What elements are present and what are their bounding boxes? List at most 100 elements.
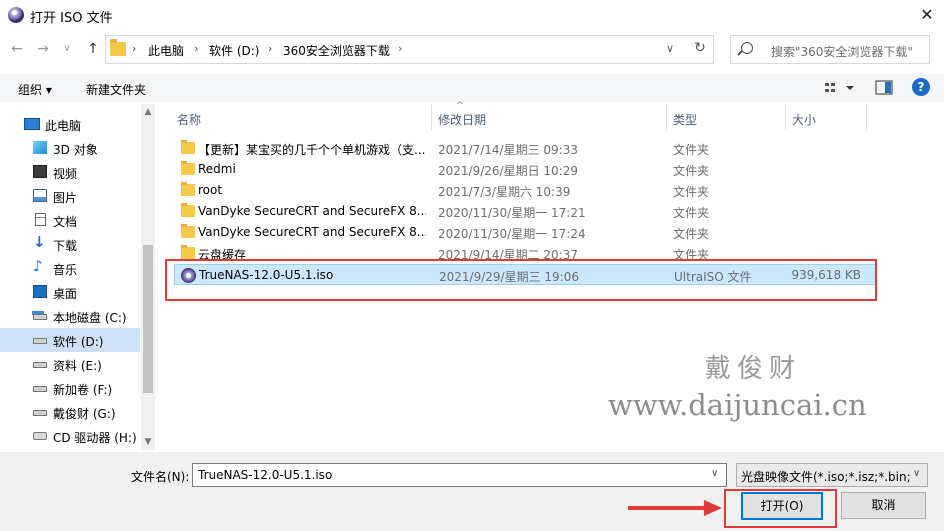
file-row[interactable]: Redmi 2021/9/26/星期日 10:29 文件夹 bbox=[174, 159, 876, 180]
breadcrumb-separator[interactable]: › bbox=[268, 42, 272, 55]
desktop-icon bbox=[33, 285, 47, 298]
up-button[interactable]: ↑ bbox=[84, 40, 102, 58]
drive-icon bbox=[33, 386, 47, 392]
sidebar-item-drive-d[interactable]: 软件 (D:) bbox=[0, 328, 140, 352]
breadcrumb-separator[interactable]: › bbox=[398, 42, 402, 55]
file-name: VanDyke SecureCRT and SecureFX 8.... bbox=[198, 204, 426, 218]
breadcrumb-current-folder[interactable]: 360安全浏览器下载 bbox=[283, 42, 390, 59]
sidebar-item-label: 软件 (D:) bbox=[53, 335, 104, 349]
breadcrumb-drive-d[interactable]: 软件 (D:) bbox=[209, 42, 259, 59]
refresh-icon[interactable]: ↻ bbox=[691, 40, 709, 56]
sidebar-item-drive-f[interactable]: 新加卷 (F:) bbox=[0, 376, 140, 400]
file-name: root bbox=[198, 183, 223, 197]
folder-icon bbox=[110, 39, 126, 56]
help-icon[interactable]: ? bbox=[912, 78, 930, 96]
sidebar-item-documents[interactable]: 文档 bbox=[0, 208, 140, 232]
organize-button[interactable]: 组织 ▾ bbox=[18, 81, 52, 98]
chevron-down-icon[interactable]: ∨ bbox=[913, 468, 920, 479]
sidebar-item-3d-objects[interactable]: 3D 对象 bbox=[0, 136, 140, 160]
new-folder-button[interactable]: 新建文件夹 bbox=[86, 81, 146, 98]
sidebar-item-drive-g[interactable]: 戴俊财 (G:) bbox=[0, 400, 140, 424]
file-type: 文件夹 bbox=[673, 227, 710, 241]
breadcrumb-this-pc[interactable]: 此电脑 bbox=[148, 42, 184, 59]
watermark-url: www.daijuncai.cn bbox=[608, 388, 867, 422]
breadcrumb-separator[interactable]: › bbox=[132, 42, 136, 55]
file-name: Redmi bbox=[198, 162, 236, 176]
documents-icon bbox=[35, 213, 46, 226]
column-header-name[interactable]: 名称 bbox=[177, 111, 201, 128]
breadcrumb-separator[interactable]: › bbox=[194, 42, 198, 55]
music-icon: ♪ bbox=[33, 257, 43, 275]
sidebar-item-label: 新加卷 (F:) bbox=[53, 383, 113, 397]
filetype-select[interactable]: 光盘映像文件(*.iso;*.isz;*.bin;* ∨ bbox=[736, 463, 928, 487]
filename-field[interactable]: TrueNAS-12.0-U5.1.iso ∨ bbox=[192, 463, 727, 487]
sidebar-item-label: 桌面 bbox=[53, 287, 78, 301]
sidebar-item-label: 下载 bbox=[53, 239, 78, 253]
recent-locations-button[interactable]: ∨ bbox=[58, 40, 76, 58]
column-header-size[interactable]: 大小 bbox=[792, 111, 816, 128]
file-type: 文件夹 bbox=[673, 164, 710, 178]
sidebar-item-label: 视频 bbox=[53, 167, 78, 181]
change-view-button[interactable] bbox=[822, 79, 862, 97]
filetype-value: 光盘映像文件(*.iso;*.isz;*.bin;* bbox=[741, 470, 911, 484]
preview-pane-button[interactable] bbox=[874, 79, 894, 97]
file-modified: 2021/7/3/星期六 10:39 bbox=[438, 185, 571, 199]
cancel-button[interactable]: 取消 bbox=[841, 492, 926, 519]
sidebar-item-video[interactable]: 视频 bbox=[0, 160, 140, 184]
folder-icon bbox=[181, 245, 195, 259]
arrow-annotation-icon bbox=[628, 500, 722, 516]
cd-drive-icon bbox=[33, 432, 47, 440]
sidebar-item-label: 3D 对象 bbox=[53, 143, 98, 157]
file-name: 【更新】某宝买的几千个个单机游戏（支... bbox=[198, 143, 426, 157]
column-divider[interactable] bbox=[785, 104, 786, 130]
sidebar-item-cd-drive[interactable]: CD 驱动器 (H:) bbox=[0, 424, 140, 448]
sidebar-item-label: CD 驱动器 (H:) bbox=[53, 431, 137, 445]
search-box[interactable]: 搜索"360安全浏览器下载" bbox=[730, 35, 930, 64]
drive-icon bbox=[33, 362, 47, 368]
file-type: 文件夹 bbox=[673, 143, 710, 157]
sidebar-item-this-pc[interactable]: 此电脑 bbox=[0, 112, 140, 136]
file-modified: 2020/11/30/星期一 17:21 bbox=[438, 206, 586, 220]
scroll-up-icon[interactable]: ▲ bbox=[141, 104, 155, 120]
download-icon: ↓ bbox=[33, 233, 46, 251]
command-bar: 组织 ▾ 新建文件夹 ? bbox=[0, 74, 944, 102]
filename-label: 文件名(N): bbox=[131, 470, 190, 484]
chevron-down-icon[interactable]: ∨ bbox=[666, 42, 674, 55]
file-row[interactable]: VanDyke SecureCRT and SecureFX 8.... 202… bbox=[174, 222, 876, 243]
file-row[interactable]: 【更新】某宝买的几千个个单机游戏（支... 2021/7/14/星期三 09:3… bbox=[174, 138, 876, 159]
close-button[interactable]: ✕ bbox=[916, 4, 938, 26]
back-button[interactable]: ← bbox=[8, 40, 26, 58]
sidebar-item-drive-c[interactable]: 本地磁盘 (C:) bbox=[0, 304, 140, 328]
folder-icon bbox=[181, 203, 195, 217]
sidebar-item-pictures[interactable]: 图片 bbox=[0, 184, 140, 208]
drive-icon bbox=[33, 314, 47, 320]
computer-icon bbox=[24, 118, 40, 130]
sidebar-item-label: 此电脑 bbox=[45, 119, 82, 133]
scrollbar-thumb[interactable] bbox=[143, 245, 153, 393]
highlight-annotation bbox=[165, 259, 877, 301]
column-divider[interactable] bbox=[431, 104, 432, 130]
file-row[interactable]: VanDyke SecureCRT and SecureFX 8.... 202… bbox=[174, 201, 876, 222]
sidebar-item-label: 文档 bbox=[53, 215, 78, 229]
sidebar-item-downloads[interactable]: ↓ 下载 bbox=[0, 232, 140, 256]
sidebar-item-music[interactable]: ♪ 音乐 bbox=[0, 256, 140, 280]
search-input[interactable]: 搜索"360安全浏览器下载" bbox=[771, 43, 913, 60]
filename-value[interactable]: TrueNAS-12.0-U5.1.iso bbox=[198, 468, 332, 482]
sidebar-item-drive-e[interactable]: 资料 (E:) bbox=[0, 352, 140, 376]
file-row[interactable]: root 2021/7/3/星期六 10:39 文件夹 bbox=[174, 180, 876, 201]
scroll-down-icon[interactable]: ▼ bbox=[141, 434, 155, 450]
chevron-down-icon[interactable]: ∨ bbox=[711, 468, 718, 479]
column-header-modified[interactable]: 修改日期 bbox=[438, 111, 486, 128]
column-header-type[interactable]: 类型 bbox=[673, 111, 697, 128]
forward-button[interactable]: → bbox=[34, 40, 52, 58]
video-icon bbox=[33, 165, 47, 178]
column-divider[interactable] bbox=[666, 104, 667, 130]
sidebar-item-desktop[interactable]: 桌面 bbox=[0, 280, 140, 304]
column-divider[interactable] bbox=[866, 104, 867, 130]
sidebar-item-label: 戴俊财 (G:) bbox=[53, 407, 116, 421]
file-modified: 2021/9/26/星期日 10:29 bbox=[438, 164, 578, 178]
navigation-pane: 此电脑 3D 对象 视频 图片 文档 ↓ 下载 ♪ 音乐 桌面 本地磁盘 (C:… bbox=[0, 104, 155, 450]
highlight-annotation bbox=[724, 489, 837, 528]
address-bar[interactable]: › 此电脑 › 软件 (D:) › 360安全浏览器下载 › ∨ ↻ bbox=[105, 35, 714, 64]
disc-app-icon bbox=[8, 7, 24, 23]
